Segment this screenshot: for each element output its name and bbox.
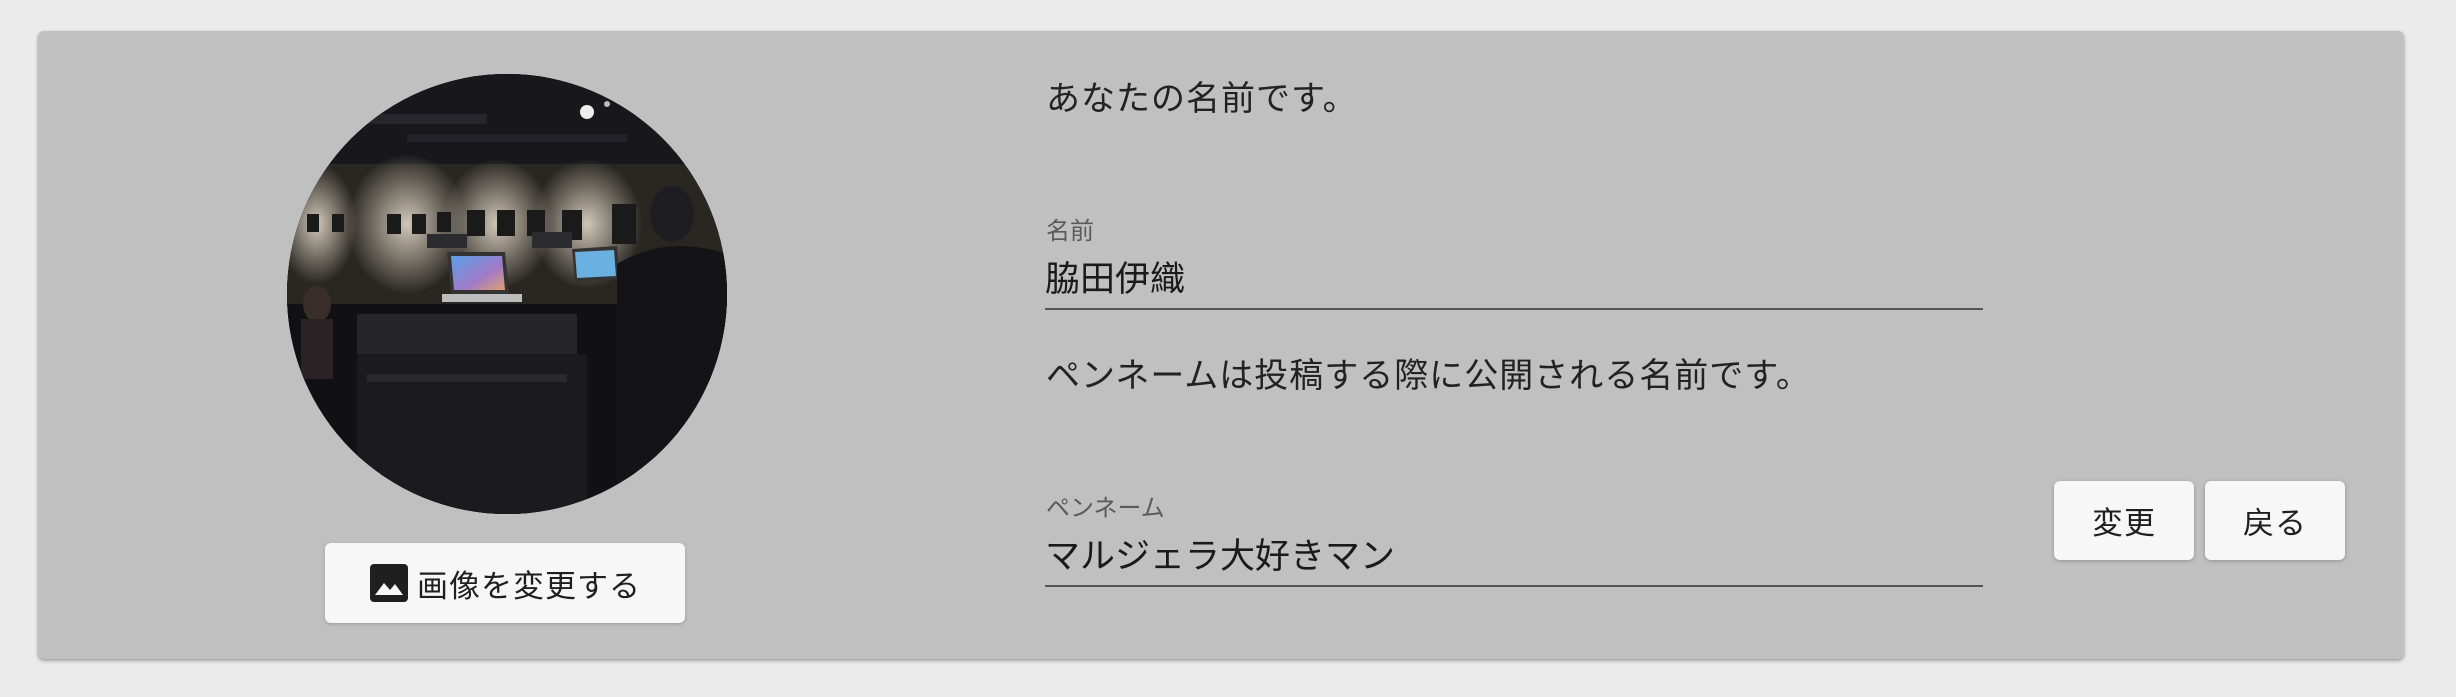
name-field-value[interactable]: 脇田伊織 <box>1045 251 1185 302</box>
change-image-button[interactable]: 画像を変更する <box>325 543 685 623</box>
pen-name-field-label: ペンネーム <box>1046 494 1165 522</box>
image-icon <box>369 563 409 603</box>
name-field-label: 名前 <box>1046 217 1094 245</box>
pen-name-description: ペンネームは投稿する際に公開される名前です。 <box>1046 356 1811 396</box>
name-field[interactable]: 名前 脇田伊織 <box>1045 181 1983 310</box>
pen-name-field-value[interactable]: マルジェラ大好きマン <box>1045 528 1395 579</box>
back-button[interactable]: 戻る <box>2205 481 2345 560</box>
pen-name-field[interactable]: ペンネーム マルジェラ大好きマン <box>1045 458 1983 587</box>
change-image-label: 画像を変更する <box>417 568 641 605</box>
avatar <box>287 74 727 514</box>
name-description: あなたの名前です。 <box>1046 79 1358 119</box>
profile-card: 画像を変更する あなたの名前です。 名前 脇田伊織 ペンネームは投稿する際に公開… <box>38 31 2404 659</box>
change-button[interactable]: 変更 <box>2054 481 2194 560</box>
avatar-photo <box>287 74 727 514</box>
